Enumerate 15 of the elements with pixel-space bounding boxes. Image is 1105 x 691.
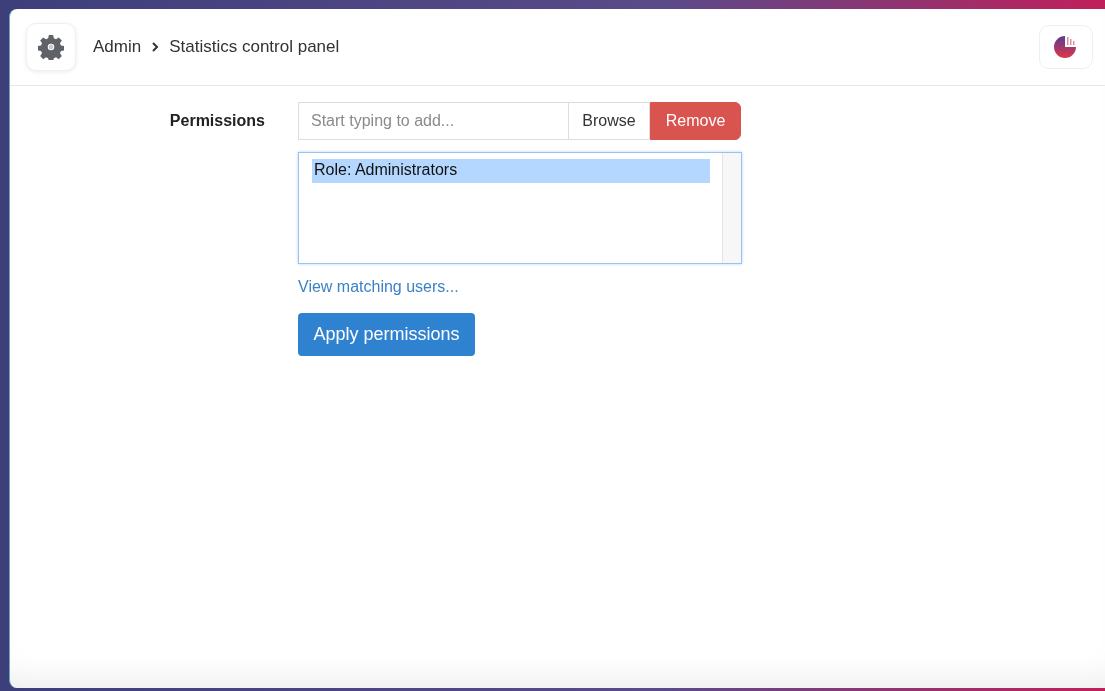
settings-icon: [38, 34, 64, 60]
settings-button[interactable]: [26, 23, 76, 71]
scrollbar[interactable]: [722, 153, 741, 263]
view-users-link[interactable]: View matching users...: [298, 278, 459, 296]
list-item[interactable]: Role: Administrators: [312, 159, 710, 183]
field-label: Permissions: [169, 112, 265, 129]
remove-button[interactable]: Remove: [650, 102, 741, 140]
breadcrumb-item[interactable]: Admin: [93, 37, 142, 57]
stats-button[interactable]: [1039, 25, 1093, 69]
search-field[interactable]: Start typing to add...: [298, 102, 568, 140]
apply-button[interactable]: Apply permissions: [298, 313, 475, 356]
breadcrumb-item[interactable]: Statistics control panel: [169, 37, 340, 57]
browse-button[interactable]: Browse: [568, 102, 650, 140]
chevron-icon: [151, 41, 160, 53]
list-box[interactable]: Role: Administrators: [298, 152, 742, 264]
